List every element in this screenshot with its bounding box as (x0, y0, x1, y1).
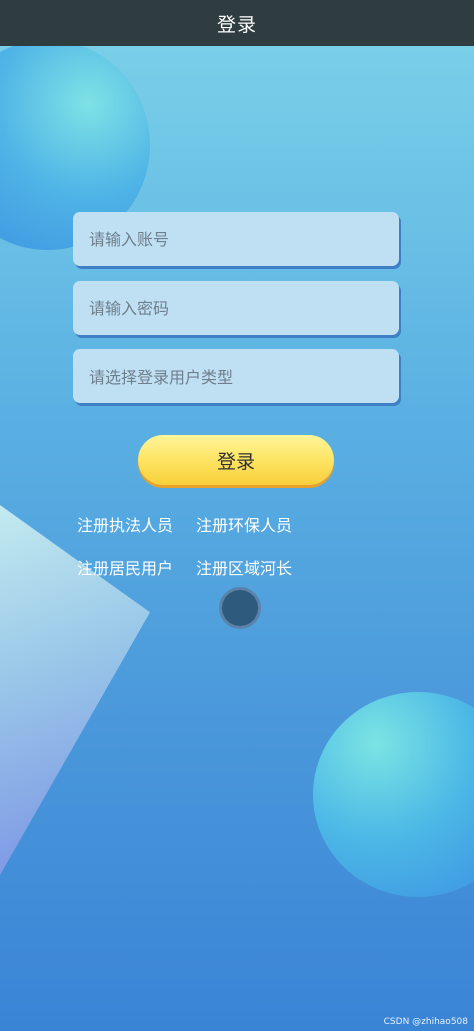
user-type-select[interactable]: 请选择登录用户类型 (73, 349, 399, 403)
user-type-placeholder: 请选择登录用户类型 (89, 368, 234, 387)
watermark: CSDN @zhihao508 (383, 1017, 468, 1027)
page-title: 登录 (216, 13, 257, 36)
login-screen: 登录 请选择登录用户类型 登录 注册执法人员 注册环保人员 注册居民用户 注册区… (0, 0, 474, 1031)
register-law-enforcement-link[interactable]: 注册执法人员 (77, 512, 173, 536)
account-field[interactable] (73, 212, 399, 266)
account-input[interactable] (73, 212, 399, 266)
login-button[interactable]: 登录 (138, 435, 334, 485)
register-resident-link[interactable]: 注册居民用户 (77, 555, 173, 579)
title-bar: 登录 (0, 0, 474, 46)
decorative-circle-bottom (313, 692, 474, 897)
password-input[interactable] (73, 281, 399, 335)
password-field[interactable] (73, 281, 399, 335)
register-env-protection-link[interactable]: 注册环保人员 (196, 512, 292, 536)
register-river-chief-link[interactable]: 注册区域河长 (196, 555, 292, 579)
dot-indicator-icon (222, 590, 258, 626)
